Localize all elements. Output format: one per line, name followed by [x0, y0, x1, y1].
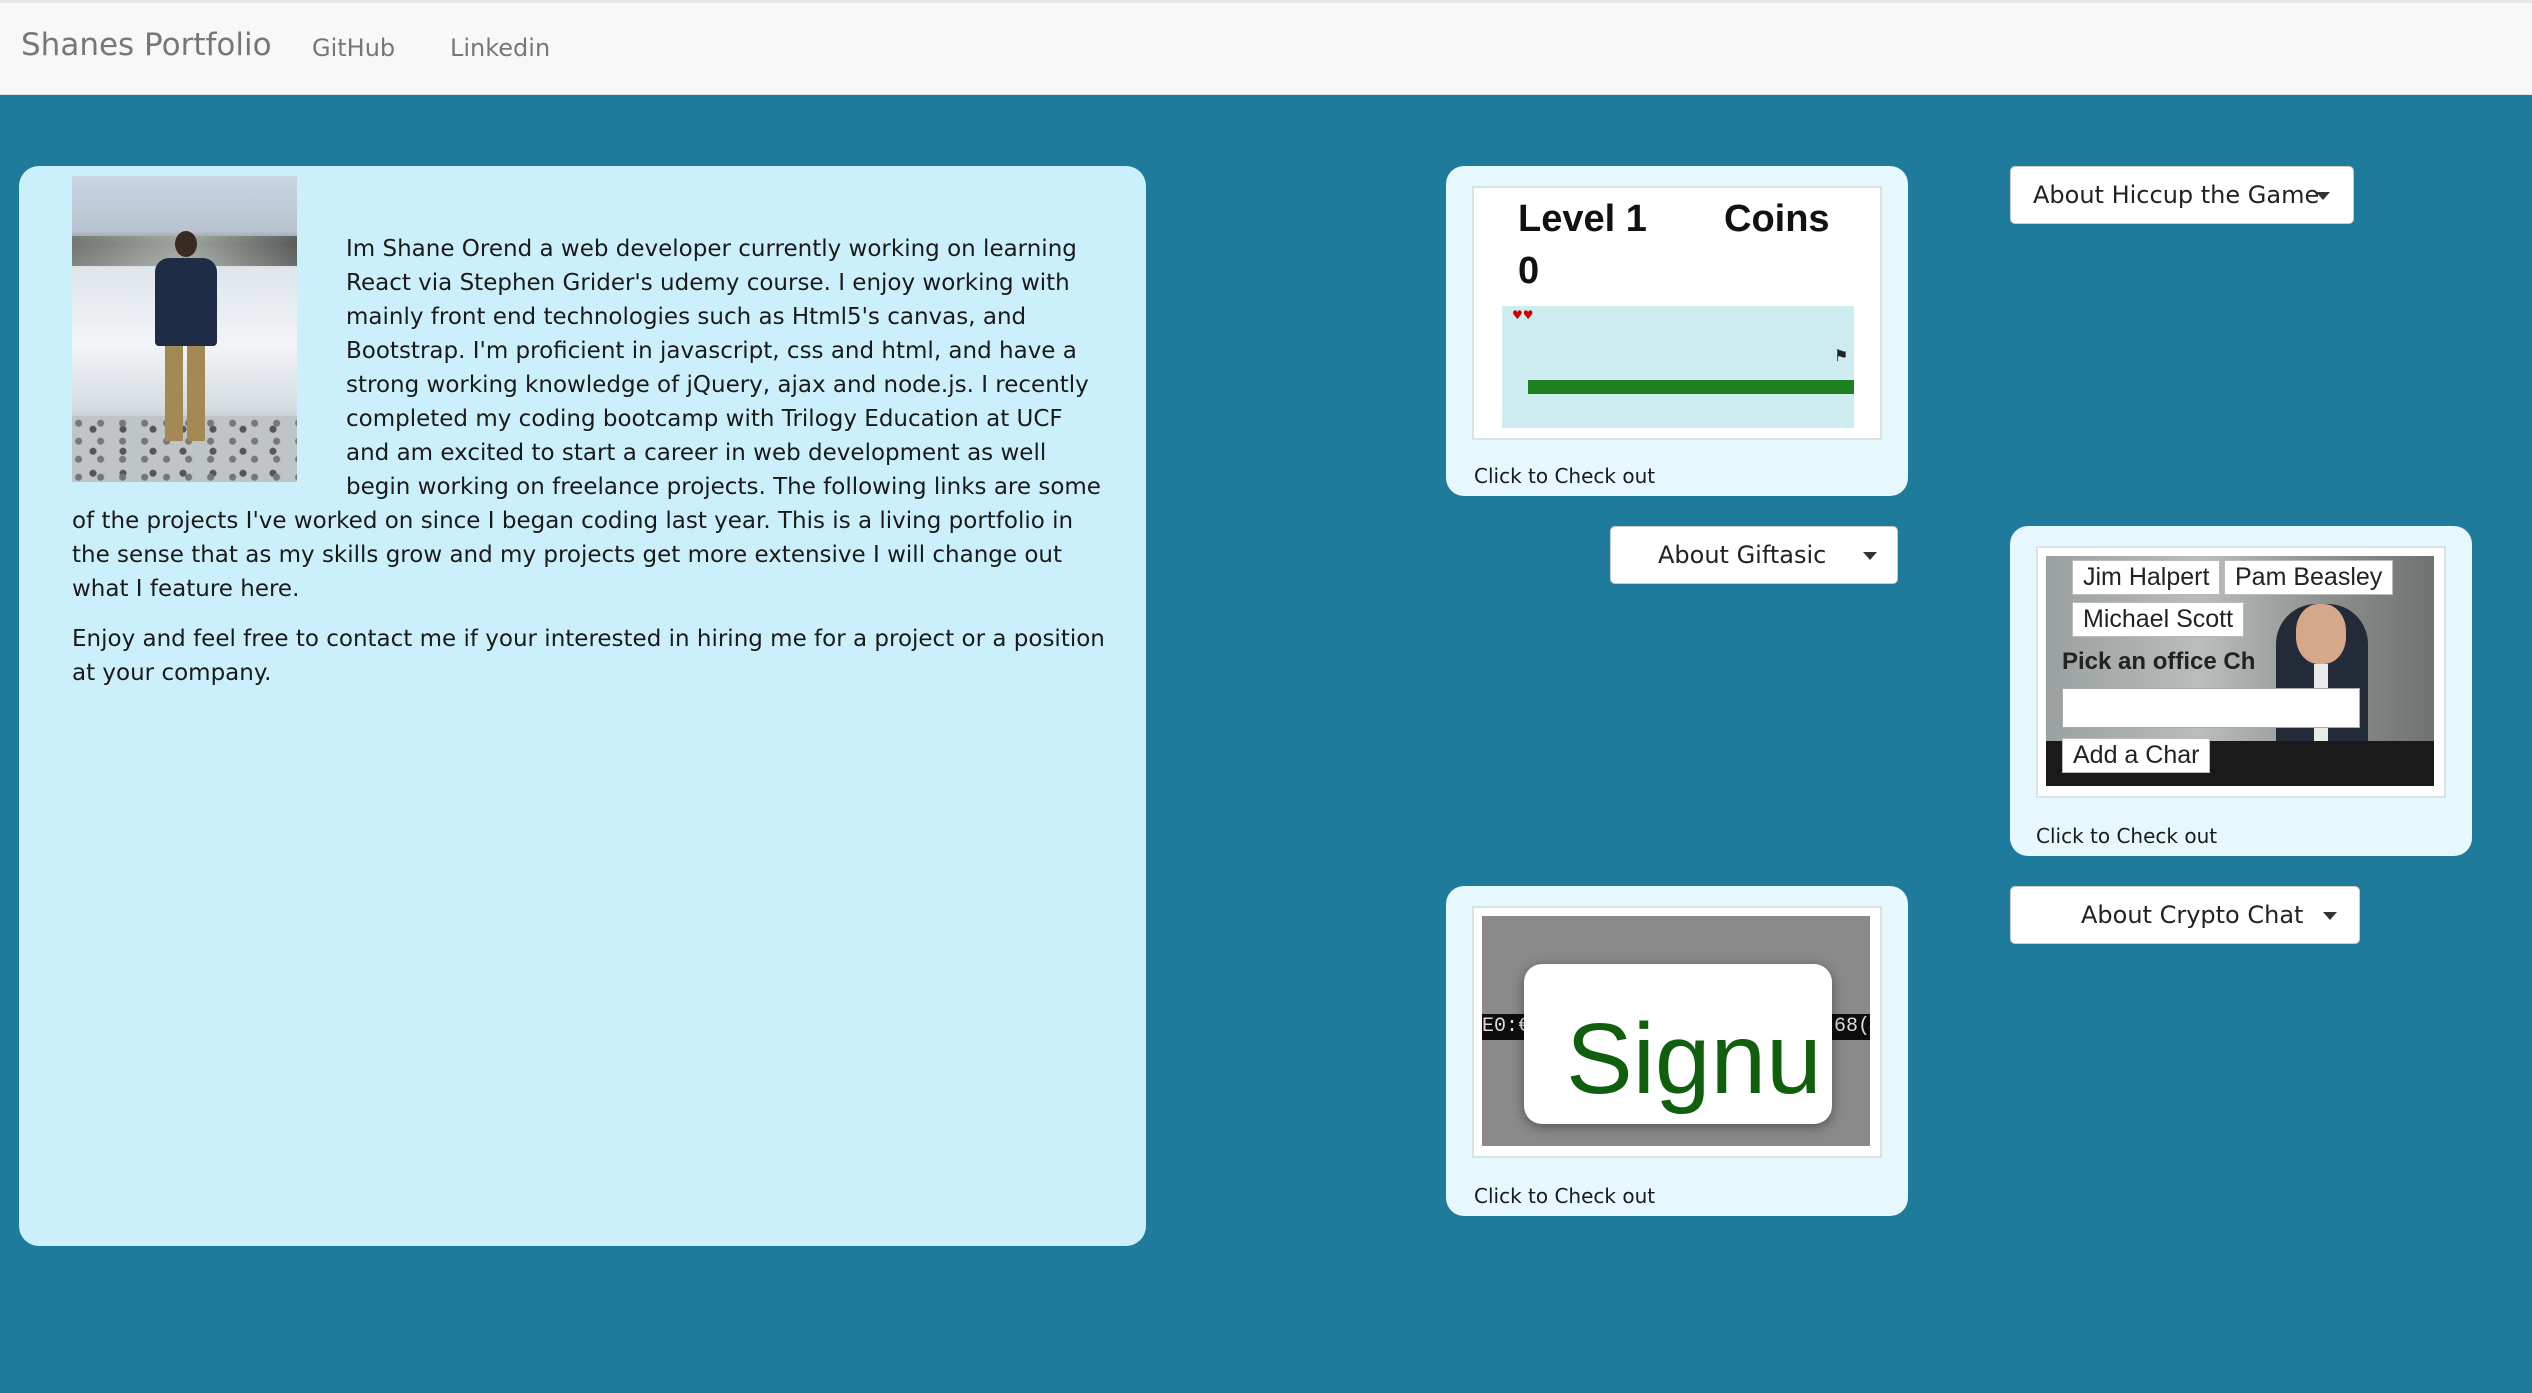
about-hiccup-dropdown[interactable]: About Hiccup the Game [2010, 166, 2354, 224]
game-level-label: Level 1 [1518, 198, 1647, 240]
character-button-pam: Pam Beasley [2224, 560, 2394, 595]
signup-modal: Signu [1524, 964, 1832, 1124]
heart-icon: ♥♥ [1512, 308, 1534, 322]
crypto-background: E0:€ 68( Signu [1482, 916, 1870, 1146]
checkered-flag-icon: ⚑ [1834, 346, 1849, 365]
character-input [2062, 688, 2360, 728]
brand-link[interactable]: Shanes Portfolio [21, 27, 272, 63]
project-thumbnail-giftasic[interactable]: Jim Halpert Pam Beasley Michael Scott Pi… [2036, 546, 2446, 798]
game-coins-value: 0 [1518, 250, 1540, 292]
caption-giftasic[interactable]: Click to Check out [2036, 824, 2217, 848]
caption-hiccup[interactable]: Click to Check out [1474, 464, 1655, 488]
caret-down-icon [2323, 912, 2337, 920]
signup-text: Signu [1566, 1003, 1822, 1115]
project-card-hiccup[interactable]: Level 1 Coins 0 ♥♥ ⚑ Click to Check out [1446, 166, 1908, 496]
about-giftasic-dropdown[interactable]: About Giftasic [1610, 526, 1898, 584]
project-card-giftasic[interactable]: Jim Halpert Pam Beasley Michael Scott Pi… [2010, 526, 2472, 856]
game-ground [1528, 380, 1854, 394]
about-giftasic-label: About Giftasic [1658, 541, 1827, 569]
caret-down-icon [2316, 192, 2330, 200]
navbar: Shanes Portfolio GitHub Linkedin [0, 0, 2532, 95]
about-crypto-dropdown[interactable]: About Crypto Chat [2010, 886, 2360, 944]
game-coins-label: Coins [1724, 198, 1830, 240]
nav-link-linkedin[interactable]: Linkedin [450, 34, 550, 62]
nav-link-github[interactable]: GitHub [312, 34, 395, 62]
bio-text: Im Shane Orend a web developer currently… [72, 232, 1112, 706]
caret-down-icon [1863, 552, 1877, 560]
about-panel: Im Shane Orend a web developer currently… [19, 166, 1146, 1246]
project-card-crypto[interactable]: E0:€ 68( Signu Click to Check out [1446, 886, 1908, 1216]
about-crypto-label: About Crypto Chat [2081, 901, 2304, 929]
bio-paragraph-2: Enjoy and feel free to contact me if you… [72, 626, 1105, 686]
project-thumbnail-crypto[interactable]: E0:€ 68( Signu [1472, 906, 1882, 1158]
about-hiccup-label: About Hiccup the Game [2033, 181, 2320, 209]
character-prompt: Pick an office Ch [2062, 648, 2256, 675]
game-canvas: ♥♥ ⚑ [1502, 306, 1854, 428]
character-button-michael: Michael Scott [2072, 602, 2245, 637]
project-thumbnail-hiccup[interactable]: Level 1 Coins 0 ♥♥ ⚑ [1472, 186, 1882, 440]
character-button-jim: Jim Halpert [2072, 560, 2221, 595]
add-character-button: Add a Char [2062, 738, 2211, 773]
caption-crypto[interactable]: Click to Check out [1474, 1184, 1655, 1208]
